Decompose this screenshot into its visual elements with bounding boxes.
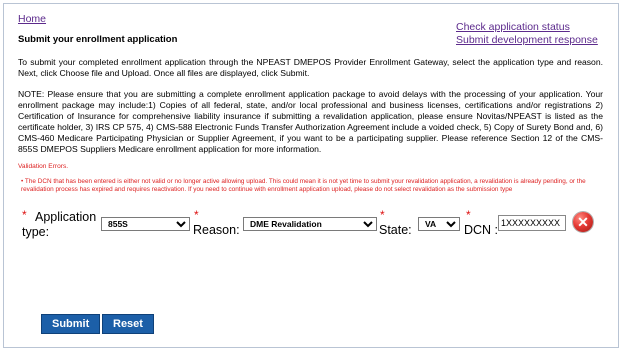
- required-marker: *: [466, 208, 471, 222]
- validation-error-message: • The DCN that has been entered is eithe…: [21, 178, 599, 194]
- error-bullet: •: [21, 178, 24, 185]
- reason-label: Reason:: [193, 223, 240, 237]
- application-type-label-line2: type:: [22, 225, 50, 239]
- error-text: The DCN that has been entered is either …: [21, 178, 586, 193]
- state-label: State:: [379, 223, 412, 237]
- state-select[interactable]: VA: [418, 217, 460, 231]
- reason-select[interactable]: DME Revalidation: [243, 217, 377, 231]
- required-marker: *: [194, 208, 199, 222]
- submit-button[interactable]: Submit: [41, 314, 101, 334]
- page-title: Submit your enrollment application: [18, 34, 178, 45]
- reset-button[interactable]: Reset: [102, 314, 154, 334]
- page-frame: [3, 3, 619, 348]
- note-text: NOTE: Please ensure that you are submitt…: [18, 89, 603, 154]
- check-application-status-link[interactable]: Check application status: [456, 21, 570, 33]
- dcn-input[interactable]: [498, 215, 566, 231]
- required-marker: *: [380, 208, 385, 222]
- submit-development-response-link[interactable]: Submit development response: [456, 34, 598, 46]
- remove-error-icon[interactable]: ✕: [573, 212, 593, 232]
- remove-glyph: ✕: [577, 214, 589, 230]
- dcn-label: DCN :: [464, 223, 499, 237]
- validation-errors-title: Validation Errors.: [18, 163, 69, 170]
- application-type-select[interactable]: 855S: [101, 217, 190, 231]
- intro-text: To submit your completed enrollment appl…: [18, 57, 603, 78]
- home-link[interactable]: Home: [18, 13, 46, 25]
- required-marker: *: [22, 208, 27, 222]
- application-type-label: Application: [35, 210, 97, 224]
